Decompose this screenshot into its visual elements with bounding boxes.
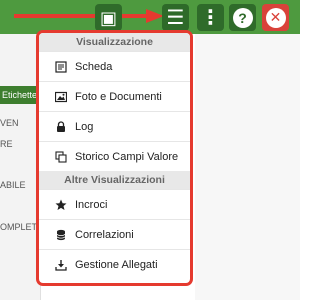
- menu-item-label: Gestione Allegati: [75, 258, 158, 271]
- menu-item-storico-campi-valore[interactable]: Storico Campi Valore: [39, 141, 190, 171]
- background-text: RE: [0, 139, 13, 149]
- menu-item-gestione-allegati[interactable]: Gestione Allegati: [39, 249, 190, 279]
- menu-button[interactable]: ☰: [162, 4, 189, 31]
- card-icon: [55, 60, 67, 73]
- menu-item-scheda[interactable]: Scheda: [39, 51, 190, 81]
- top-toolbar: ▣ ☰ ⋮ ? ✕: [0, 0, 300, 34]
- menu-item-label: Scheda: [75, 60, 113, 73]
- background-text: ABILE: [0, 180, 26, 190]
- download-icon: [55, 259, 67, 271]
- menu-item-incroci[interactable]: Incroci: [39, 189, 190, 219]
- star-icon: [55, 199, 67, 211]
- section-header-altre-visualizzazioni: Altre Visualizzazioni: [39, 171, 190, 189]
- image-icon: [55, 91, 67, 103]
- hamburger-icon: ☰: [166, 6, 185, 29]
- vertical-dots-icon: ⋮: [200, 6, 221, 29]
- menu-item-correlazioni[interactable]: Correlazioni: [39, 219, 190, 249]
- database-icon: [55, 229, 67, 241]
- menu-item-foto-documenti[interactable]: Foto e Documenti: [39, 81, 190, 111]
- background-right-panel: [195, 34, 300, 300]
- menu-item-label: Incroci: [75, 198, 108, 211]
- annotation-arrow: [14, 9, 164, 23]
- menu-item-label: Log: [75, 120, 94, 133]
- menu-item-log[interactable]: Log: [39, 111, 190, 141]
- more-button[interactable]: ⋮: [197, 4, 224, 31]
- help-button[interactable]: ?: [229, 4, 256, 31]
- menu-item-label: Foto e Documenti: [75, 90, 162, 103]
- view-dropdown-menu: Visualizzazione Scheda Foto e Documenti …: [36, 30, 193, 286]
- copy-icon: [55, 150, 67, 163]
- menu-item-label: Correlazioni: [75, 228, 134, 241]
- menu-item-label: Storico Campi Valore: [75, 150, 179, 163]
- background-sidebar: [0, 34, 41, 300]
- floppy-icon: ▣: [99, 7, 117, 28]
- help-icon: ?: [232, 7, 253, 28]
- lock-icon: [55, 120, 67, 133]
- section-header-visualizzazione: Visualizzazione: [39, 33, 190, 51]
- close-icon: ✕: [265, 7, 286, 28]
- background-text: VEN: [0, 118, 19, 128]
- close-button[interactable]: ✕: [262, 4, 289, 31]
- save-button[interactable]: ▣: [95, 4, 122, 31]
